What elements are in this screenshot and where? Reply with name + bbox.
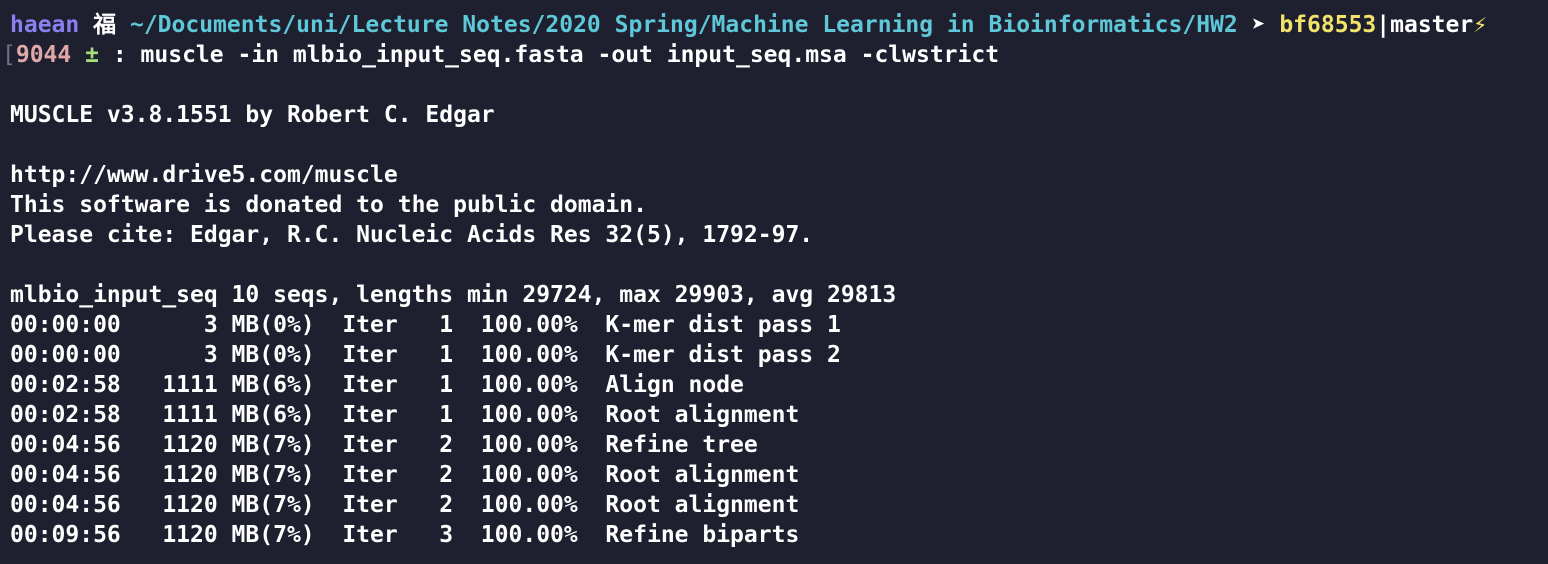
prompt-line-2: [9044 ± : muscle -in mlbio_input_seq.fas… <box>2 40 1548 70</box>
prompt-user: haean <box>10 12 80 38</box>
prompt-path: ~/Documents/uni/Lecture Notes/2020 Sprin… <box>129 12 1238 38</box>
output-cite: Please cite: Edgar, R.C. Nucleic Acids R… <box>10 222 814 248</box>
output-banner: MUSCLE v3.8.1551 by Robert C. Edgar <box>10 102 495 128</box>
prompt-colon: : <box>112 42 127 68</box>
progress-line: 00:00:00 3 MB(0%) Iter 1 100.00% K-mer d… <box>10 342 841 368</box>
bolt-icon: ⚡ <box>1473 12 1488 38</box>
progress-line: 00:04:56 1120 MB(7%) Iter 2 100.00% Root… <box>10 492 800 518</box>
history-number: 9044 <box>15 42 72 68</box>
terminal-window[interactable]: haean 福 ~/Documents/uni/Lecture Notes/20… <box>0 0 1548 564</box>
prompt-line-1: haean 福 ~/Documents/uni/Lecture Notes/20… <box>10 10 1548 40</box>
prompt-bracket: [ <box>2 42 16 68</box>
output-summary: mlbio_input_seq 10 seqs, lengths min 297… <box>10 282 897 308</box>
progress-line: 00:09:56 1120 MB(7%) Iter 3 100.00% Refi… <box>10 522 800 548</box>
output-donated: This software is donated to the public d… <box>10 192 647 218</box>
progress-line: 00:02:58 1111 MB(6%) Iter 1 100.00% Root… <box>10 402 800 428</box>
git-separator: | <box>1376 12 1391 38</box>
progress-line: 00:04:56 1120 MB(7%) Iter 2 100.00% Root… <box>10 462 800 488</box>
progress-line: 00:02:58 1111 MB(6%) Iter 1 100.00% Alig… <box>10 372 744 398</box>
progress-line: 00:04:56 1120 MB(7%) Iter 2 100.00% Refi… <box>10 432 758 458</box>
prompt-glyph: 福 <box>93 12 117 38</box>
output-url: http://www.drive5.com/muscle <box>10 162 398 188</box>
command-text[interactable]: muscle -in mlbio_input_seq.fasta -out in… <box>141 42 1000 68</box>
progress-line: 00:00:00 3 MB(0%) Iter 1 100.00% K-mer d… <box>10 312 841 338</box>
git-dirty-indicator: ± <box>85 42 99 68</box>
prompt-arrow-icon: ➤ <box>1251 12 1266 38</box>
git-branch: master <box>1390 12 1474 38</box>
git-commit-hash: bf68553 <box>1279 12 1377 38</box>
